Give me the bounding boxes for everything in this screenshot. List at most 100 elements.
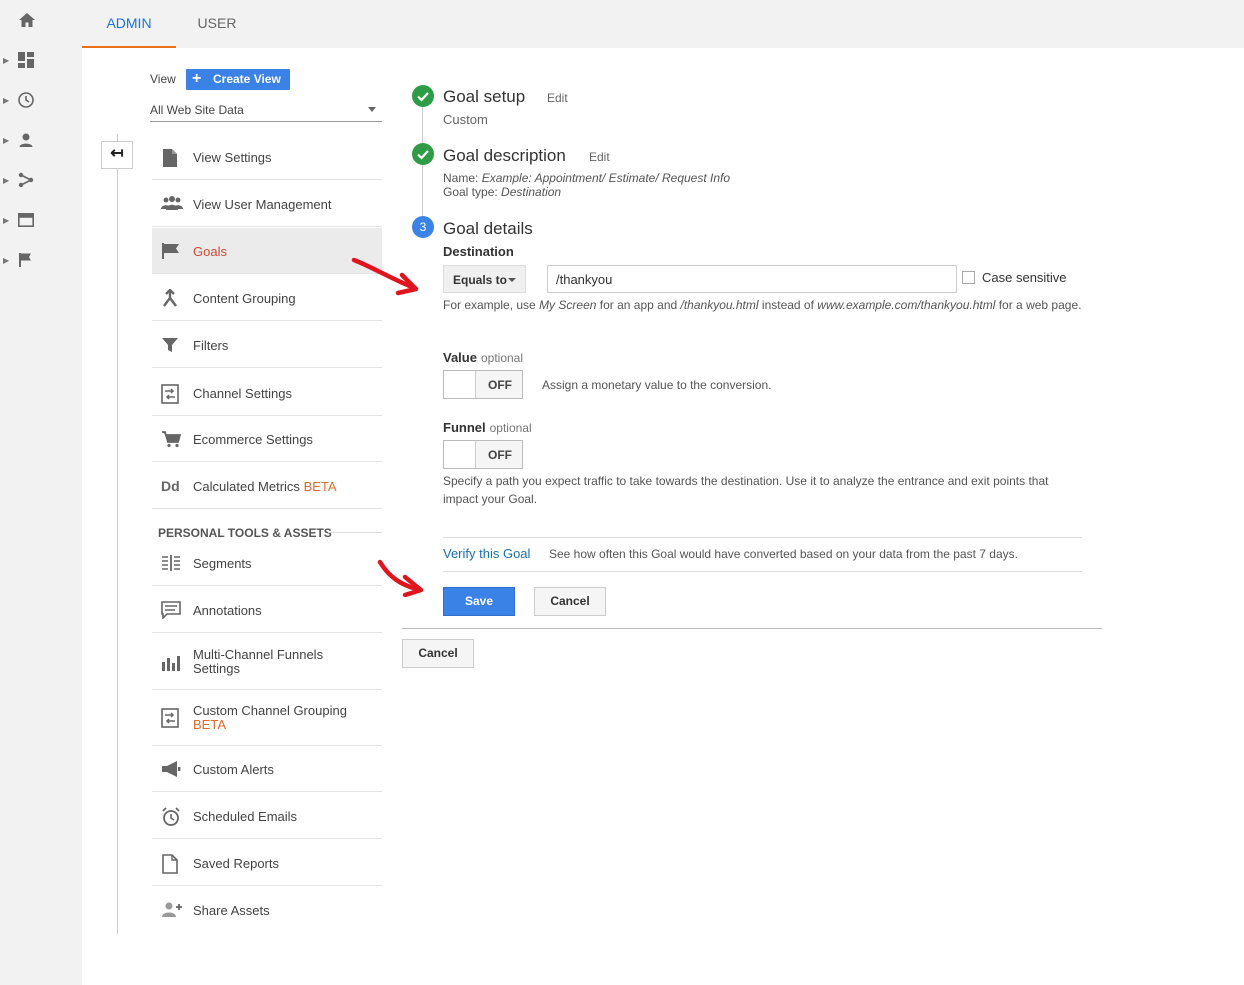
alarm-clock-icon [162, 807, 180, 826]
goal-name-line: Name: Example: Appointment/ Estimate/ Re… [443, 171, 730, 185]
match-type-value: Equals to [453, 273, 508, 287]
person-icon [19, 133, 33, 147]
nav-item-channel-settings[interactable]: Channel Settings [152, 370, 382, 416]
expand-caret-icon: ▶ [3, 176, 10, 185]
goal-type-label: Goal type: [443, 185, 498, 199]
check-icon [412, 85, 434, 107]
create-view-button[interactable]: + Create View [186, 69, 290, 90]
nav-label: Content Grouping [193, 291, 296, 306]
nav-item-view-user-management[interactable]: View User Management [152, 181, 382, 227]
value-toggle[interactable]: OFF [443, 370, 523, 399]
nav-label-line2: Settings [193, 661, 240, 676]
rail-home[interactable] [0, 0, 82, 40]
beta-badge: BETA [193, 717, 226, 732]
saved-document-icon [162, 854, 178, 874]
hint-text: For example, use [443, 298, 536, 312]
nav-label: Channel Settings [193, 386, 293, 401]
nav-label: Saved Reports [193, 856, 279, 871]
dashboard-icon [18, 52, 34, 68]
filter-icon [162, 338, 178, 352]
section-divider [328, 532, 382, 533]
step-1-title: Goal setup [443, 87, 526, 106]
view-select[interactable]: All Web Site Data [150, 100, 382, 122]
nav-item-view-settings[interactable]: View Settings [152, 134, 382, 180]
expand-caret-icon: ▶ [3, 136, 10, 145]
nav-label: Share Assets [193, 903, 270, 918]
dropdown-caret-icon [508, 278, 516, 282]
value-description: Assign a monetary value to the conversio… [542, 378, 772, 392]
merge-icon [163, 289, 177, 307]
beta-badge: BETA [303, 479, 337, 494]
nav-item-filters[interactable]: Filters [152, 322, 382, 368]
nav-item-segments[interactable]: Segments [152, 540, 382, 586]
tab-admin[interactable]: ADMIN [82, 0, 176, 48]
rail-realtime[interactable]: ▶ [0, 80, 82, 120]
save-button[interactable]: Save [443, 587, 515, 616]
funnel-section-label: Funnel optional [443, 420, 532, 435]
nav-item-scheduled-emails[interactable]: Scheduled Emails [152, 793, 382, 839]
nav-item-annotations[interactable]: Annotations [152, 587, 382, 633]
hint-example: My Screen [539, 298, 597, 312]
expand-caret-icon: ▶ [3, 216, 10, 225]
nav-label: Segments [193, 556, 252, 571]
acquisition-icon [18, 172, 34, 188]
flag-icon [19, 253, 31, 267]
nav-label: View User Management [193, 197, 332, 212]
channel-icon [161, 384, 179, 404]
goal-type-value: Destination [501, 185, 562, 199]
funnel-toggle[interactable]: OFF [443, 440, 523, 469]
funnel-description: Specify a path you expect traffic to tak… [443, 472, 1048, 508]
back-button[interactable]: ↤ [101, 141, 133, 169]
behavior-icon [18, 212, 34, 227]
nav-item-custom-channel-grouping[interactable]: Custom Channel Grouping BETA [152, 690, 382, 746]
destination-hint: For example, use My Screen for an app an… [443, 296, 1083, 314]
nav-item-ecommerce-settings[interactable]: Ecommerce Settings [152, 416, 382, 462]
nav-item-goals[interactable]: Goals [152, 228, 382, 274]
clock-icon [18, 92, 34, 108]
dropdown-caret-icon [368, 107, 376, 112]
rail-acquisition[interactable]: ▶ [0, 160, 82, 200]
optional-label: optional [489, 421, 532, 435]
channel-icon [161, 708, 179, 728]
value-section-label: Value optional [443, 350, 523, 365]
plus-icon: + [192, 70, 202, 87]
bar-chart-icon [162, 656, 180, 671]
cancel-button[interactable]: Cancel [534, 587, 606, 616]
hint-text: instead of [761, 298, 814, 312]
rail-customization[interactable]: ▶ [0, 40, 82, 80]
step-2-edit-link[interactable]: Edit [589, 150, 610, 164]
expand-caret-icon: ▶ [3, 96, 10, 105]
case-sensitive-checkbox[interactable] [962, 271, 975, 284]
nav-item-multi-channel-funnels[interactable]: Multi-Channel Funnels Settings [152, 634, 382, 690]
hint-text: for a web [998, 298, 1049, 312]
megaphone-icon [162, 761, 181, 777]
nav-item-custom-alerts[interactable]: Custom Alerts [152, 746, 382, 792]
goal-type-line: Goal type: Destination [443, 185, 561, 199]
hint-text: for an app and [599, 298, 678, 312]
outer-cancel-button[interactable]: Cancel [402, 639, 474, 668]
nav-label: View Settings [193, 150, 272, 165]
rail-behavior[interactable]: ▶ [0, 200, 82, 240]
step-1-edit-link[interactable]: Edit [547, 91, 568, 105]
match-type-dropdown[interactable]: Equals to [443, 265, 526, 293]
view-label: View [150, 72, 176, 86]
destination-label: Destination [443, 244, 514, 259]
rail-conversions[interactable]: ▶ [0, 240, 82, 280]
nav-item-calculated-metrics[interactable]: Dd Calculated Metrics BETA [152, 463, 382, 509]
toggle-knob [444, 371, 476, 398]
step-1-value: Custom [443, 112, 488, 127]
nav-item-content-grouping[interactable]: Content Grouping [152, 275, 382, 321]
view-select-value: All Web Site Data [150, 103, 244, 117]
case-sensitive-label: Case sensitive [982, 270, 1067, 285]
nav-label: Scheduled Emails [193, 809, 298, 824]
nav-label: Custom Channel Grouping [193, 703, 347, 718]
nav-label: Multi-Channel Funnels [193, 647, 324, 662]
nav-item-saved-reports[interactable]: Saved Reports [152, 840, 382, 886]
tab-user[interactable]: USER [182, 0, 252, 48]
nav-label: Goals [193, 244, 227, 259]
destination-input[interactable] [547, 265, 957, 293]
nav-item-share-assets[interactable]: Share Assets [152, 887, 382, 933]
verify-goal-link[interactable]: Verify this Goal [443, 546, 530, 561]
back-arrow-icon: ↤ [110, 145, 124, 162]
rail-audience[interactable]: ▶ [0, 120, 82, 160]
